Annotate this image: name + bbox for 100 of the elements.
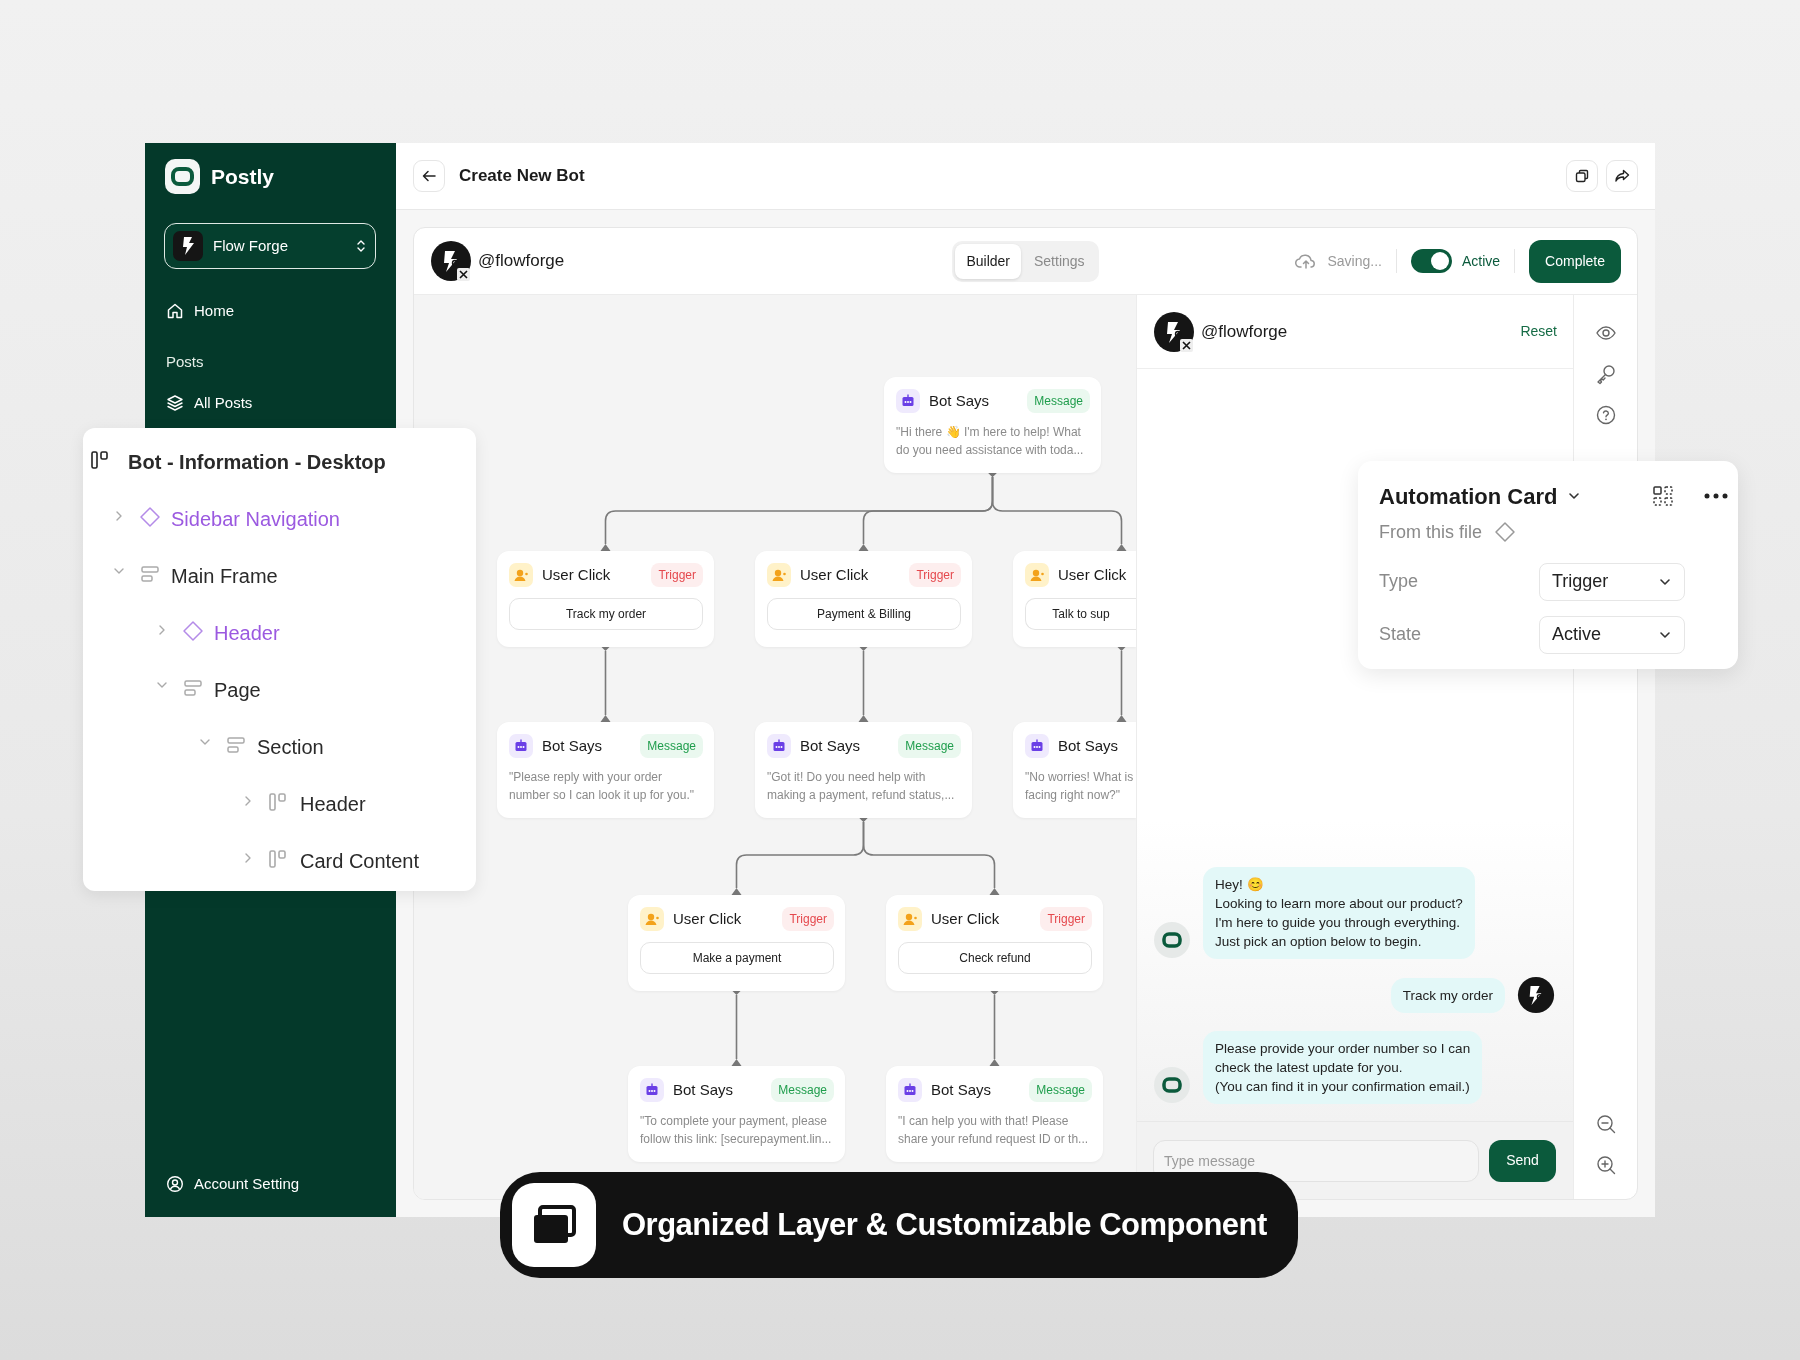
robot-icon (509, 734, 533, 758)
copy-button[interactable] (1566, 160, 1598, 192)
node-title: User Click (931, 908, 1000, 929)
node-tag: Trigger (1040, 907, 1092, 931)
layer-name: Header (300, 792, 366, 817)
option-button[interactable]: Check refund (898, 942, 1092, 974)
workspace-avatar-icon (173, 231, 203, 261)
user-circle-icon (166, 1175, 184, 1193)
layer-name: Page (214, 678, 261, 703)
flow-node[interactable]: Bot Says Message "Hi there 👋 I'm here to help! What do you need assistance with toda... (884, 377, 1101, 473)
zoom-in-icon (1594, 1154, 1617, 1176)
home-icon (166, 302, 184, 320)
node-title: Bot Says (542, 735, 603, 756)
flow-node[interactable]: User Click Trigger Make a payment (628, 895, 845, 991)
message-input[interactable]: Type message (1153, 1139, 1479, 1182)
person-icon (509, 563, 533, 587)
flow-node[interactable]: Bot Says "No worries! What is facing right now?" (1013, 722, 1136, 818)
bot-message: Hey! 😊 Looking to learn more about our product? I'm here to guide you through everything. Just pick an option below to begin. (1203, 867, 1475, 959)
node-tag: Message (640, 734, 703, 758)
flow-node[interactable]: User Click Trigger Payment & Billing (755, 551, 972, 647)
node-title: Bot Says (929, 390, 990, 411)
person-icon (898, 907, 922, 931)
status-toggle[interactable] (1410, 249, 1452, 273)
nav-link[interactable]: Home (164, 293, 376, 329)
field-label: State (1379, 623, 1423, 646)
layer-name: Bot - Information - Desktop (128, 450, 386, 475)
logo-icon (164, 158, 201, 195)
option-button[interactable]: Talk to sup (1025, 598, 1136, 630)
option-button[interactable]: Make a payment (640, 942, 834, 974)
bot-message: Please provide your order number so I can check the latest update for you. (You can find it in your confirmation email.) (1203, 1031, 1483, 1104)
bot-avatar-icon (1153, 1066, 1191, 1104)
node-tag: Message (898, 734, 961, 758)
status-label: Active (1461, 251, 1501, 271)
component-icon (139, 506, 161, 528)
node-message: "No worries! What is facing right now?" (1025, 769, 1135, 804)
reset-link[interactable]: Reset (1520, 321, 1557, 342)
person-icon (640, 907, 664, 931)
windows-icon (532, 1205, 576, 1245)
node-tag: Message (1027, 389, 1090, 413)
component-icon (182, 620, 204, 642)
nav-section-label: Posts (165, 351, 205, 372)
nav-link[interactable]: All Posts (164, 385, 376, 421)
robot-icon (898, 1078, 922, 1102)
flow-node[interactable]: User Click Trigger Check refund (886, 895, 1103, 991)
more-button[interactable] (1704, 493, 1728, 499)
page-title: Create New Bot (459, 165, 585, 188)
send-button[interactable]: Send (1489, 1139, 1556, 1182)
component-icon (1494, 521, 1517, 543)
node-title: User Click (1058, 564, 1127, 585)
account-handle: @flowforge (1201, 320, 1288, 343)
help-icon (1594, 404, 1617, 426)
flow-node[interactable]: Bot Says Message "To complete your payment, please follow this link: [securepayment.lin... (628, 1066, 845, 1162)
person-icon (767, 563, 791, 587)
zoom-out-button[interactable] (1594, 1113, 1617, 1135)
node-title: Bot Says (800, 735, 861, 756)
select-field[interactable]: Active (1539, 615, 1685, 654)
robot-icon (896, 389, 920, 413)
node-title: Bot Says (931, 1079, 992, 1100)
workspace-select[interactable]: Flow Forge (164, 223, 376, 269)
frame-icon (268, 791, 288, 813)
back-button[interactable] (413, 160, 445, 192)
copy-icon (1574, 168, 1590, 184)
flow-node[interactable]: Bot Says Message "Got it! Do you need help with making a payment, refund status,... (755, 722, 972, 818)
layer-name: Card Content (300, 849, 419, 874)
avatar (1153, 310, 1195, 353)
flow-node[interactable]: Bot Says Message "I can help you with that! Please share your refund request ID or th... (886, 1066, 1103, 1162)
flow-node[interactable]: User Click Trigger Track my order (497, 551, 714, 647)
stack-icon (182, 677, 204, 699)
help-button[interactable] (1594, 404, 1617, 426)
layer-name: Section (257, 735, 324, 760)
tab[interactable]: Builder (955, 243, 1021, 279)
card-title: Automation Card (1379, 482, 1558, 511)
node-title: User Click (542, 564, 611, 585)
option-button[interactable]: Payment & Billing (767, 598, 961, 630)
stack-icon (225, 734, 247, 756)
cloud-upload-icon (1295, 252, 1318, 270)
select-field[interactable]: Trigger (1539, 562, 1685, 601)
back-arrow-icon (421, 168, 437, 184)
complete-button[interactable]: Complete (1529, 239, 1621, 283)
node-tag: Trigger (909, 563, 961, 587)
node-title: User Click (673, 908, 742, 929)
share-button[interactable] (1606, 160, 1638, 192)
layer-name: Main Frame (171, 564, 278, 589)
frame-icon (268, 848, 288, 870)
nav-link[interactable]: Account Setting (164, 1166, 376, 1202)
caption-text: Organized Layer & Customizable Component (622, 1205, 1267, 1244)
flow-node[interactable]: Bot Says Message "Please reply with your order number so I can look it up for you." (497, 722, 714, 818)
chevron-icon (355, 238, 367, 254)
zoom-in-button[interactable] (1594, 1154, 1617, 1176)
flow-node[interactable]: User Click Talk to sup (1013, 551, 1136, 647)
layer-name: Header (214, 621, 280, 646)
stack-icon (139, 563, 161, 585)
dropdown-button[interactable] (1567, 491, 1582, 501)
node-message: "Hi there 👋 I'm here to help! What do you need assistance with toda... (896, 424, 1085, 459)
robot-icon (640, 1078, 664, 1102)
option-button[interactable]: Track my order (509, 598, 703, 630)
avatar (1517, 976, 1555, 1014)
share-icon (1614, 168, 1630, 184)
save-status: Saving... (1327, 251, 1382, 271)
node-tag: Message (771, 1078, 834, 1102)
